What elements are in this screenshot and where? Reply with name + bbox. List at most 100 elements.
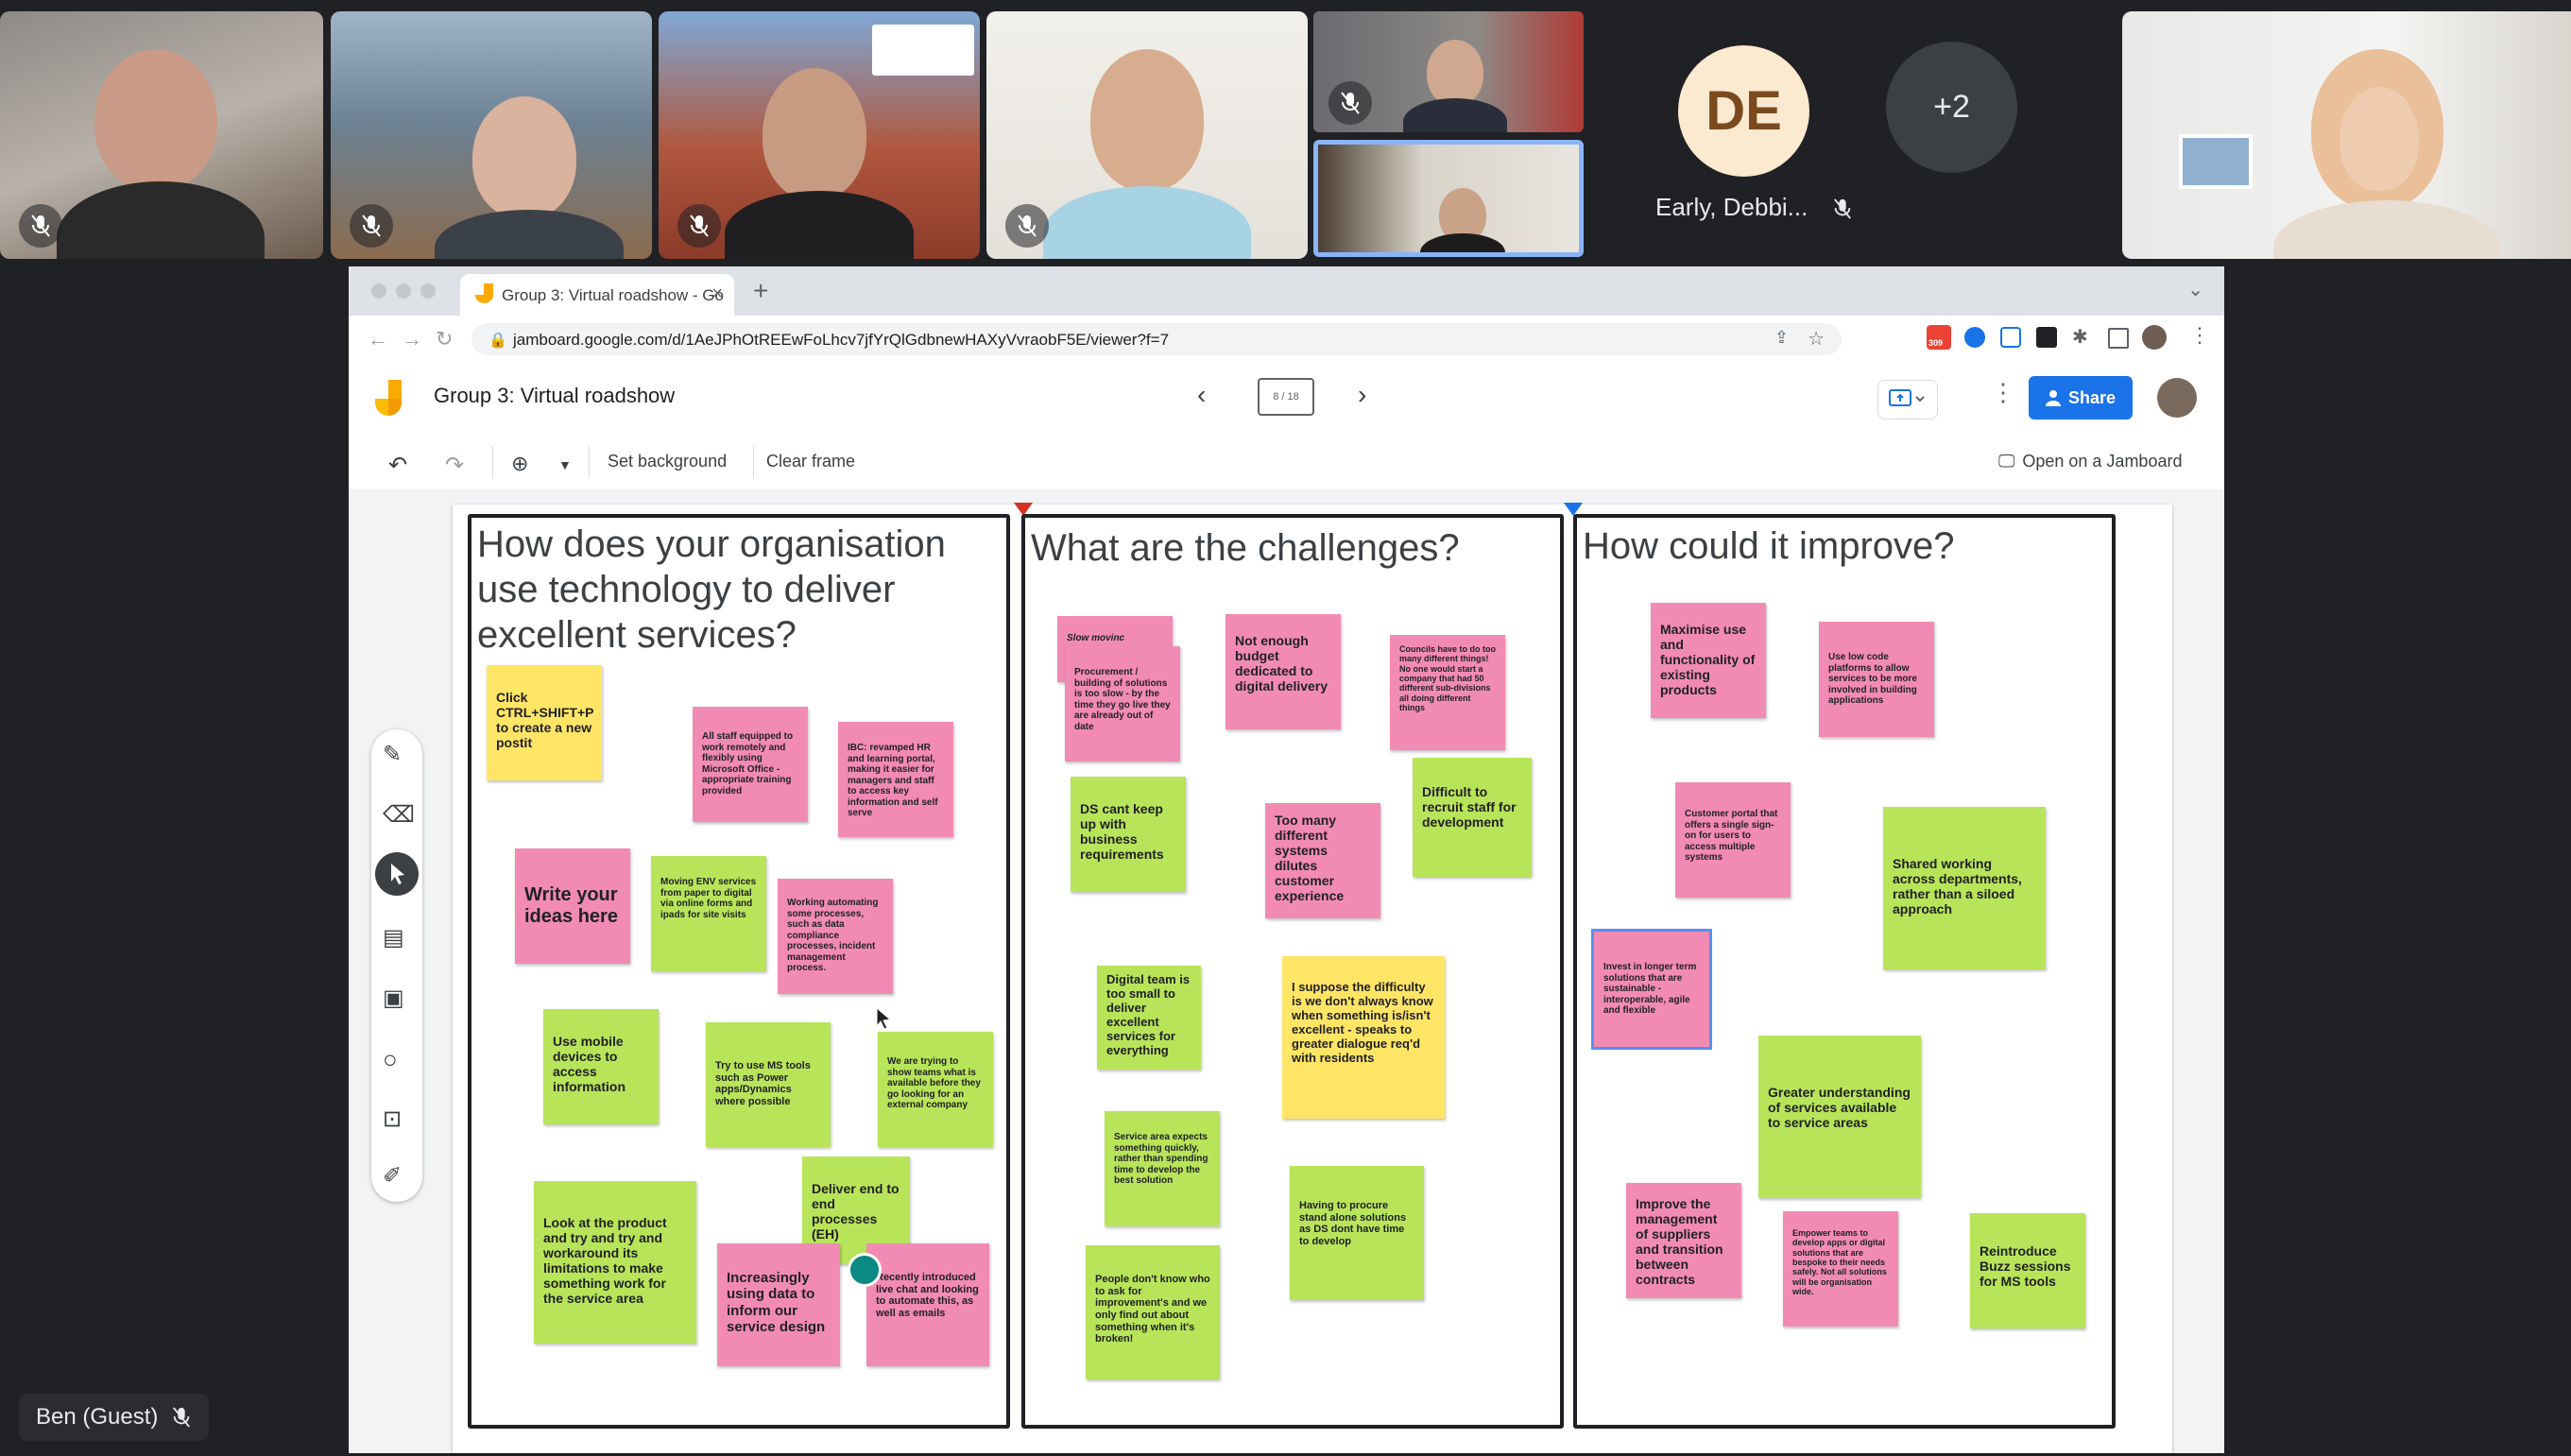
more-options-icon[interactable]: ⋮ <box>1991 378 2015 407</box>
image-icon[interactable]: ▣ <box>383 985 411 1013</box>
url-text: jamboard.google.com/d/1AeJPhOtREEwFoLhcv… <box>513 331 1170 349</box>
sticky-note[interactable]: Not enough budget dedicated to digital d… <box>1226 614 1341 729</box>
notion-extension-icon[interactable] <box>2000 327 2021 348</box>
sticky-note[interactable]: Difficult to recruit staff for developme… <box>1413 758 1532 877</box>
video-tile-participant-1[interactable] <box>0 11 323 259</box>
sticky-note[interactable]: Digital team is too small to deliver exc… <box>1097 966 1201 1070</box>
eraser-icon[interactable]: ⌫ <box>383 801 415 830</box>
muted-mic-icon <box>19 204 62 248</box>
video-tile-participant-3[interactable] <box>659 11 980 259</box>
bookmark-star-icon[interactable]: ☆ <box>1808 327 1825 351</box>
sticky-note[interactable]: Procurement / building of solutions is t… <box>1065 646 1180 762</box>
video-tile-active-speaker[interactable] <box>1313 140 1584 257</box>
sticky-note[interactable]: I suppose the difficulty is we don't alw… <box>1282 956 1445 1119</box>
gmail-extension-icon[interactable]: 309 <box>1927 325 1951 350</box>
video-tile-participant-2[interactable] <box>331 11 652 259</box>
mouse-cursor-icon <box>876 1007 892 1030</box>
clear-frame-button[interactable]: Clear frame <box>766 452 855 471</box>
share-page-icon[interactable]: ⇪ <box>1774 328 1789 348</box>
sticky-note[interactable]: Having to procure stand alone solutions … <box>1290 1166 1424 1300</box>
previous-frame-icon[interactable]: ‹ <box>1197 380 1206 410</box>
tab-search-chevron-icon[interactable]: ⌄ <box>2187 278 2203 301</box>
side-panel-icon[interactable] <box>2108 328 2129 349</box>
open-on-jamboard-button[interactable]: 🖵 Open on a Jamboard <box>1998 452 2182 471</box>
jamboard-logo-icon <box>375 380 402 416</box>
column-title-3: How could it improve? <box>1583 525 1955 567</box>
sticky-note[interactable]: Too many different systems dilutes custo… <box>1265 803 1380 918</box>
sticky-note[interactable]: Service area expects something quickly, … <box>1105 1111 1220 1226</box>
sticky-note[interactable]: Reintroduce Buzz sessions for MS tools <box>1970 1213 2085 1328</box>
column-title-1: How does your organisation use technolog… <box>477 523 946 656</box>
muted-mic-icon <box>677 204 721 248</box>
sticky-note[interactable]: People don't know who to ask for improve… <box>1086 1245 1220 1379</box>
sticky-note[interactable]: Click CTRL+SHIFT+P to create a new posti… <box>487 665 602 780</box>
sticky-note[interactable]: Increasingly using data to inform our se… <box>717 1243 840 1366</box>
sticky-note[interactable]: Write your ideas here <box>515 848 630 964</box>
video-tile-participant-4[interactable] <box>986 11 1308 259</box>
account-avatar[interactable] <box>2157 378 2197 418</box>
sticky-note[interactable]: Greater understanding of services availa… <box>1758 1036 1921 1198</box>
new-tab-icon[interactable]: + <box>753 276 768 306</box>
sticky-note[interactable]: We are trying to show teams what is avai… <box>878 1032 993 1147</box>
redo-icon[interactable]: ↷ <box>445 452 464 479</box>
jamboard-header: Group 3: Virtual roadshow ‹ 8 / 18 › ⋮ S… <box>349 363 2224 437</box>
extensions-puzzle-icon[interactable]: ✱ <box>2072 325 2088 349</box>
back-icon[interactable]: ← <box>368 327 388 351</box>
password-extension-icon[interactable] <box>1964 327 1985 348</box>
browser-menu-icon[interactable]: ⋮ <box>2189 323 2210 348</box>
jamboard-favicon-icon <box>475 283 493 303</box>
window-zoom-dot[interactable] <box>420 283 436 299</box>
participant-name: Early, Debbi... <box>1655 193 1853 222</box>
zoom-icon[interactable]: ⊕ <box>511 452 528 476</box>
video-tile-participant-6[interactable] <box>2122 11 2571 259</box>
more-participants-button[interactable]: +2 <box>1886 42 2017 173</box>
sticky-note-icon[interactable]: ▤ <box>383 924 411 952</box>
browser-tab[interactable]: Group 3: Virtual roadshow - Go × <box>460 274 734 316</box>
profile-avatar[interactable] <box>2142 325 2167 350</box>
forward-icon[interactable]: → <box>402 327 422 351</box>
address-bar[interactable]: 🔒 jamboard.google.com/d/1AeJPhOtREEwFoLh… <box>471 323 1842 355</box>
text-box-icon[interactable]: ⊡ <box>383 1105 411 1134</box>
sticky-note[interactable]: Use mobile devices to access information <box>543 1009 659 1124</box>
screen-extension-icon[interactable] <box>2036 327 2057 348</box>
jam-title[interactable]: Group 3: Virtual roadshow <box>434 384 675 408</box>
window-minimize-dot[interactable] <box>396 283 411 299</box>
undo-icon[interactable]: ↶ <box>388 452 407 479</box>
reload-icon[interactable]: ↻ <box>436 327 453 351</box>
sticky-note[interactable]: Customer portal that offers a single sig… <box>1675 782 1791 898</box>
muted-mic-icon <box>1005 204 1049 248</box>
person-add-icon <box>2045 390 2061 406</box>
zoom-dropdown-icon[interactable]: ▼ <box>558 457 572 472</box>
share-button[interactable]: Share <box>2029 376 2133 420</box>
sticky-note[interactable]: Use low code platforms to allow services… <box>1819 622 1934 737</box>
address-row: ← → ↻ 🔒 jamboard.google.com/d/1AeJPhOtRE… <box>349 316 2224 364</box>
close-tab-icon[interactable]: × <box>711 283 723 305</box>
collaborator-pointer-icon <box>848 1253 882 1287</box>
self-name-label: Ben (Guest) <box>19 1394 210 1441</box>
video-tile-participant-5[interactable] <box>1313 11 1584 132</box>
pen-icon[interactable]: ✎ <box>383 741 411 769</box>
sticky-note[interactable]: Improve the management of suppliers and … <box>1626 1183 1741 1298</box>
sticky-note[interactable]: Look at the product and try and try and … <box>534 1181 696 1344</box>
set-background-button[interactable]: Set background <box>608 452 727 471</box>
sticky-note[interactable]: Councils have to do too many different t… <box>1390 635 1505 750</box>
next-frame-icon[interactable]: › <box>1358 380 1366 410</box>
sticky-note[interactable]: Empower teams to develop apps or digital… <box>1783 1211 1898 1327</box>
present-button[interactable] <box>1877 380 1938 420</box>
sticky-note[interactable]: Shared working across departments, rathe… <box>1883 807 2046 969</box>
sticky-note[interactable]: IBC: revamped HR and learning portal, ma… <box>838 722 953 837</box>
sticky-note[interactable]: Recently introduced live chat and lookin… <box>866 1243 989 1366</box>
sticky-note[interactable]: Moving ENV services from paper to digita… <box>651 856 766 971</box>
sticky-note[interactable]: Maximise use and functionality of existi… <box>1651 603 1766 718</box>
sticky-note[interactable]: Working automating some processes, such … <box>778 879 893 994</box>
sticky-note[interactable]: Try to use MS tools such as Power apps/D… <box>706 1022 831 1147</box>
sticky-note[interactable]: Invest in longer term solutions that are… <box>1591 929 1712 1050</box>
sticky-note[interactable]: All staff equipped to work remotely and … <box>693 707 808 822</box>
jamboard-toolbar: ↶ ↷ ⊕ ▼ Set background Clear frame 🖵 Open… <box>349 437 2224 490</box>
laser-icon[interactable]: ✐ <box>383 1162 411 1190</box>
circle-shape-icon[interactable]: ○ <box>383 1045 411 1073</box>
sticky-note[interactable]: DS cant keep up with business requiremen… <box>1071 777 1186 892</box>
frame-bar-button[interactable]: 8 / 18 <box>1258 378 1314 416</box>
select-tool-icon[interactable] <box>375 852 419 896</box>
window-close-dot[interactable] <box>371 283 386 299</box>
